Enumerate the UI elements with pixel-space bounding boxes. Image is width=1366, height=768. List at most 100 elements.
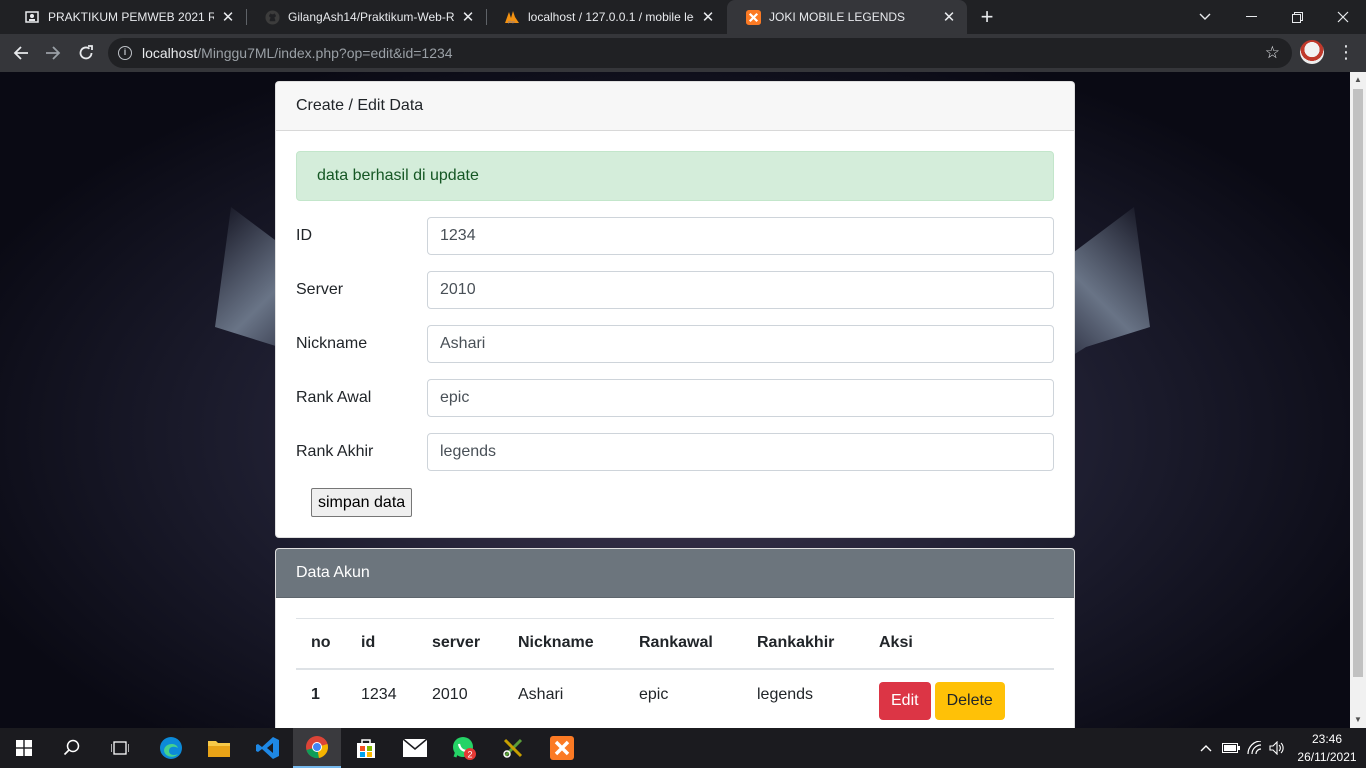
- server-label: Server: [296, 281, 344, 298]
- volume-icon[interactable]: [1266, 728, 1288, 768]
- col-rankakhir: Rankakhir: [742, 618, 864, 670]
- url-host: localhost: [142, 45, 198, 61]
- forward-arrow-icon[interactable]: [40, 40, 66, 66]
- clock-time: 23:46: [1311, 732, 1343, 746]
- form-row-rank-akhir: Rank Akhir: [296, 433, 1054, 471]
- mail-icon[interactable]: [391, 728, 439, 768]
- data-card-header: Data Akun: [276, 549, 1074, 598]
- snipping-tool-icon[interactable]: [489, 728, 537, 768]
- whatsapp-icon[interactable]: 2: [440, 728, 488, 768]
- form-row-nickname: Nickname: [296, 325, 1054, 363]
- svg-text:php: php: [508, 19, 515, 24]
- alert-text: data berhasil di update: [317, 167, 479, 184]
- tab-github[interactable]: GilangAsh14/Praktikum-Web-RD ✕: [246, 0, 486, 34]
- page-viewport: Create / Edit Data data berhasil di upda…: [0, 72, 1350, 728]
- cell-rankakhir: legends: [757, 685, 814, 703]
- col-server: server: [417, 618, 503, 670]
- tab-close-icon[interactable]: ✕: [700, 8, 716, 26]
- github-icon: [264, 9, 280, 25]
- tab-close-icon[interactable]: ✕: [460, 8, 476, 26]
- tab-title: JOKI MOBILE LEGENDS: [769, 10, 906, 24]
- form-row-server: Server: [296, 271, 1054, 309]
- edit-button[interactable]: Edit: [879, 681, 931, 720]
- tab-title: GilangAsh14/Praktikum-Web-RD: [288, 10, 454, 24]
- col-rankawal: Rankawal: [624, 618, 742, 670]
- phpmyadmin-icon: php: [504, 9, 520, 25]
- cell-rankawal: epic: [639, 685, 669, 703]
- rank-akhir-input[interactable]: [427, 433, 1054, 471]
- nickname-label: Nickname: [296, 335, 368, 352]
- tab-title: localhost / 127.0.0.1 / mobile leg: [528, 10, 694, 24]
- battery-icon[interactable]: [1220, 728, 1242, 768]
- id-input[interactable]: [427, 217, 1054, 255]
- cell-id: 1234: [361, 685, 397, 703]
- server-input[interactable]: [427, 271, 1054, 309]
- rank-awal-label: Rank Awal: [296, 389, 372, 406]
- cell-nickname: Ashari: [518, 685, 564, 703]
- col-no: no: [296, 618, 346, 670]
- wifi-icon[interactable]: [1244, 728, 1266, 768]
- tab-title: PRAKTIKUM PEMWEB 2021 RA, R: [48, 10, 214, 24]
- system-clock[interactable]: 23:46 26/11/2021: [1292, 730, 1362, 766]
- table-header-row: no id server Nickname Rankawal Rankakhir…: [296, 618, 1054, 670]
- id-label: ID: [296, 227, 312, 244]
- tab-search-chevron-icon[interactable]: [1182, 0, 1228, 34]
- address-bar[interactable]: i localhost/Minggu7ML/index.php?op=edit&…: [108, 38, 1292, 68]
- delete-button[interactable]: Delete: [934, 681, 1005, 720]
- tab-close-icon[interactable]: ✕: [220, 8, 236, 26]
- tray-chevron-up-icon[interactable]: [1196, 728, 1216, 768]
- tab-phpmyadmin[interactable]: php localhost / 127.0.0.1 / mobile leg ✕: [486, 0, 726, 34]
- reload-icon[interactable]: [73, 40, 99, 66]
- accounts-table: no id server Nickname Rankawal Rankakhir…: [296, 618, 1054, 720]
- col-id: id: [346, 618, 417, 670]
- page-scrollbar[interactable]: ▲ ▼: [1350, 72, 1366, 728]
- nickname-input[interactable]: [427, 325, 1054, 363]
- classroom-icon: [24, 9, 40, 25]
- cell-server: 2010: [432, 685, 468, 703]
- form-row-rank-awal: Rank Awal: [296, 379, 1054, 417]
- browser-tab-strip: PRAKTIKUM PEMWEB 2021 RA, R ✕ GilangAsh1…: [0, 0, 1366, 34]
- tab-close-icon[interactable]: ✕: [941, 8, 957, 26]
- form-card: Create / Edit Data data berhasil di upda…: [275, 81, 1075, 538]
- close-window-icon[interactable]: [1320, 0, 1366, 34]
- form-card-header: Create / Edit Data: [276, 82, 1074, 131]
- site-info-icon[interactable]: i: [118, 46, 132, 60]
- table-row: 1 1234 2010 Ashari epic legends Edit Dele…: [296, 669, 1054, 720]
- file-explorer-icon[interactable]: [195, 728, 243, 768]
- minimize-icon[interactable]: [1228, 0, 1274, 34]
- cell-aksi: Edit Delete: [864, 669, 1054, 720]
- restore-icon[interactable]: [1274, 0, 1320, 34]
- chrome-icon[interactable]: [293, 728, 341, 768]
- save-data-button[interactable]: simpan data: [311, 488, 413, 517]
- profile-avatar[interactable]: [1300, 40, 1324, 64]
- microsoft-store-icon[interactable]: [342, 728, 390, 768]
- whatsapp-badge-count: 2: [467, 750, 472, 760]
- scrollbar-thumb[interactable]: [1353, 89, 1363, 677]
- edge-browser-icon[interactable]: [147, 728, 195, 768]
- success-alert: data berhasil di update: [296, 151, 1054, 201]
- task-view-icon[interactable]: [96, 728, 144, 768]
- browser-menu-icon[interactable]: ⋮: [1336, 40, 1356, 64]
- windows-start-icon[interactable]: [0, 728, 48, 768]
- xampp-taskbar-icon[interactable]: [538, 728, 586, 768]
- vscode-icon[interactable]: [244, 728, 292, 768]
- new-tab-plus-icon[interactable]: +: [975, 4, 999, 30]
- windows-taskbar: 2 23:46 26/11/2021: [0, 728, 1366, 768]
- clock-date: 26/11/2021: [1297, 750, 1357, 764]
- back-arrow-icon[interactable]: [8, 40, 34, 66]
- rank-awal-input[interactable]: [427, 379, 1054, 417]
- bookmark-star-icon[interactable]: ☆: [1265, 43, 1280, 63]
- browser-toolbar: i localhost/Minggu7ML/index.php?op=edit&…: [0, 34, 1366, 72]
- tab-praktikum[interactable]: PRAKTIKUM PEMWEB 2021 RA, R ✕: [6, 0, 246, 34]
- search-icon[interactable]: [48, 728, 96, 768]
- col-aksi: Aksi: [864, 618, 1054, 670]
- scroll-down-arrow-icon[interactable]: ▼: [1350, 712, 1366, 728]
- rank-akhir-label: Rank Akhir: [296, 443, 374, 460]
- url-path: /Minggu7ML/index.php?op=edit&id=1234: [197, 45, 453, 61]
- data-card: Data Akun no id server Nickname Rankawal…: [275, 548, 1075, 728]
- tab-joki-mobile-legends[interactable]: JOKI MOBILE LEGENDS ✕: [727, 0, 967, 34]
- scroll-up-arrow-icon[interactable]: ▲: [1350, 72, 1366, 88]
- col-nickname: Nickname: [503, 618, 624, 670]
- xampp-icon: [745, 9, 761, 25]
- cell-no: 1: [311, 685, 320, 703]
